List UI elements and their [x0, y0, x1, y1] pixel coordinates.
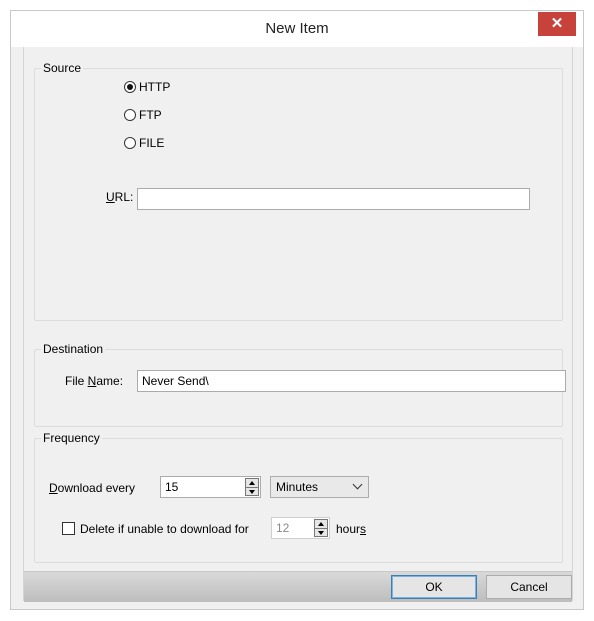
cancel-button[interactable]: Cancel — [486, 575, 572, 599]
download-interval-value: 15 — [165, 480, 179, 494]
file-name-input[interactable]: Never Send\ — [137, 370, 566, 392]
download-every-label: Download every — [49, 481, 136, 495]
radio-ftp-label: FTP — [139, 108, 162, 122]
close-button[interactable]: ✕ — [538, 12, 576, 36]
delete-hours-value: 12 — [276, 521, 290, 535]
url-input[interactable] — [137, 188, 530, 210]
delete-if-unable-checkbox[interactable] — [62, 522, 75, 535]
close-icon: ✕ — [550, 15, 564, 32]
interval-unit-value: Minutes — [276, 480, 319, 494]
spin-arrows-icon[interactable] — [245, 478, 259, 496]
frequency-legend: Frequency — [43, 431, 100, 445]
dialog-title: New Item — [265, 20, 329, 37]
radio-http[interactable]: HTTP — [124, 79, 170, 95]
title-bar: New Item ✕ — [11, 11, 583, 47]
destination-legend: Destination — [43, 342, 104, 356]
interval-unit-select[interactable]: Minutes — [270, 476, 369, 498]
radio-file-label: FILE — [139, 136, 165, 150]
radio-http-indicator[interactable] — [124, 81, 136, 93]
radio-http-label: HTTP — [139, 80, 171, 94]
new-item-dialog: New Item ✕ Source HTTP FTP FILE URL: Des… — [10, 10, 584, 610]
url-label: URL: — [106, 190, 134, 204]
spin-arrows-icon[interactable] — [314, 519, 328, 537]
spin-up-button[interactable] — [315, 520, 327, 529]
hours-label: hours — [336, 522, 367, 536]
spin-up-button[interactable] — [246, 479, 258, 488]
delete-hours-stepper[interactable]: 12 — [271, 517, 330, 539]
ok-button[interactable]: OK — [391, 575, 477, 599]
delete-if-unable-label: Delete if unable to download for — [80, 522, 249, 536]
file-name-label: File Name: — [65, 374, 124, 388]
dialog-body: Source HTTP FTP FILE URL: Destination Fi… — [23, 47, 573, 602]
chevron-down-icon — [352, 479, 363, 490]
radio-ftp-indicator[interactable] — [124, 109, 136, 121]
button-bar: OK Cancel — [24, 571, 572, 602]
source-legend: Source — [43, 61, 82, 75]
radio-file[interactable]: FILE — [124, 135, 164, 151]
spin-down-button[interactable] — [246, 488, 258, 496]
radio-ftp[interactable]: FTP — [124, 107, 162, 123]
radio-file-indicator[interactable] — [124, 137, 136, 149]
download-interval-stepper[interactable]: 15 — [160, 476, 261, 498]
spin-down-button[interactable] — [315, 529, 327, 537]
